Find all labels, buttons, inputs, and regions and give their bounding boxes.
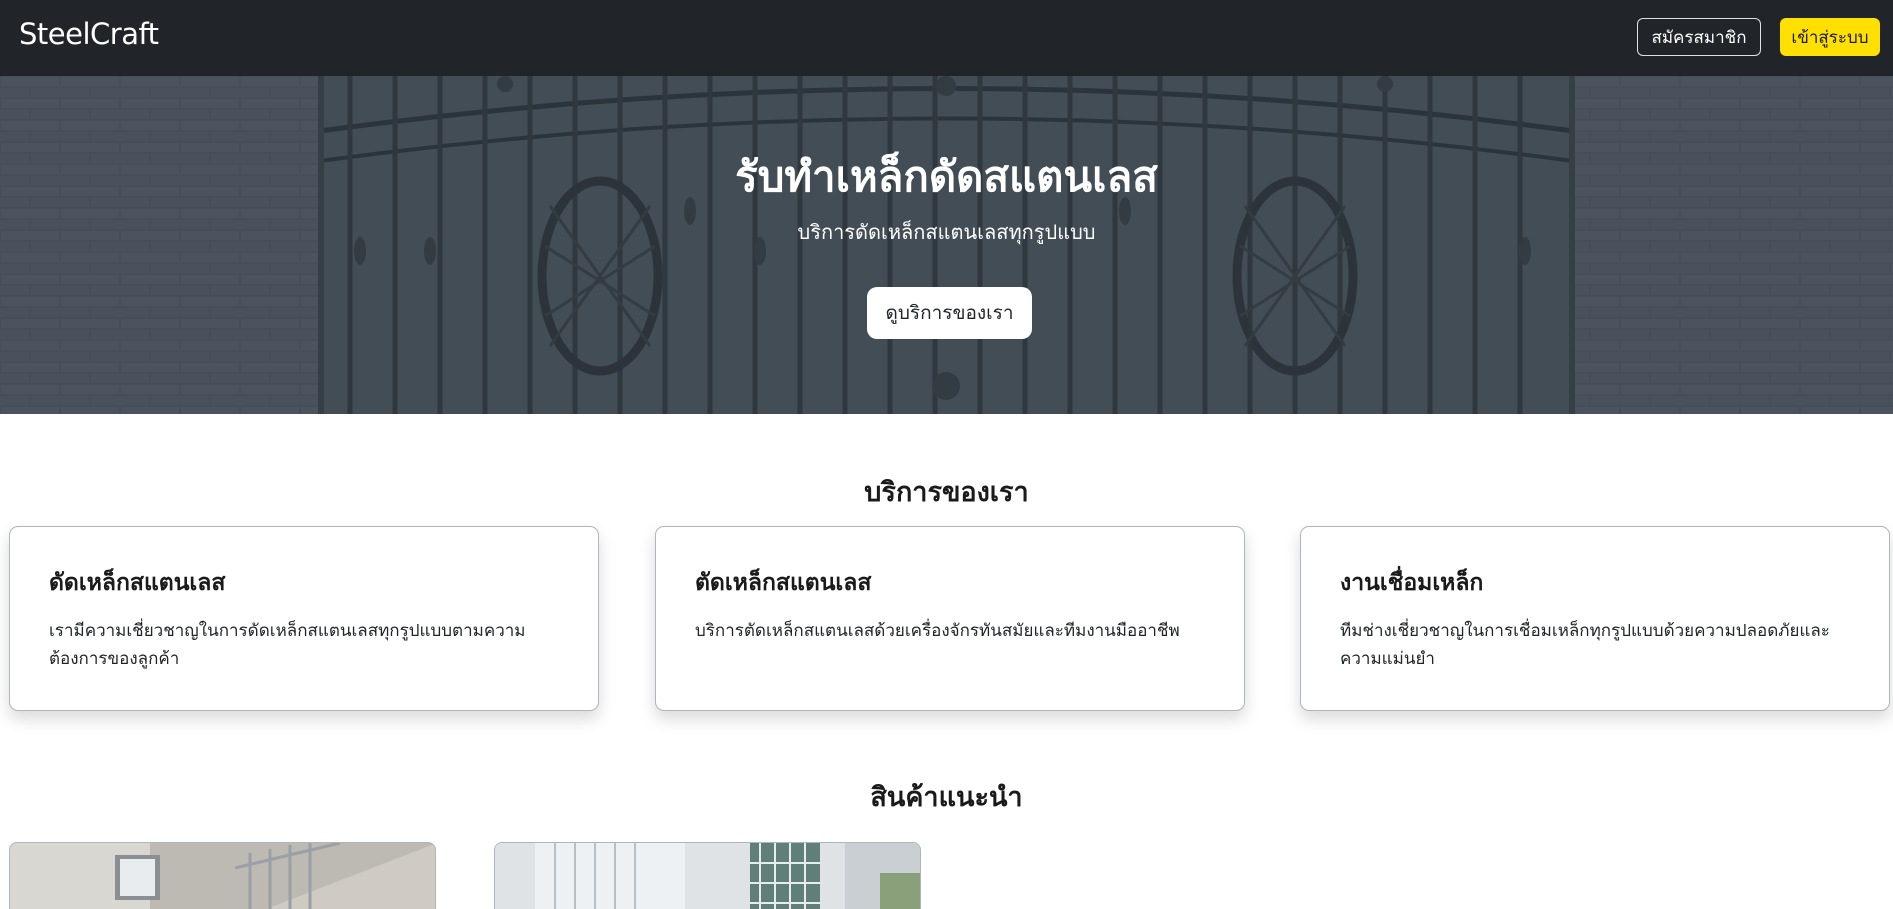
product-card[interactable] [494,842,921,909]
service-card-title: ตัดเหล็กสแตนเลส [695,570,872,596]
service-card: งานเชื่อมเหล็ก ทีมช่างเชี่ยวชาญในการเชื่… [1300,526,1890,711]
service-card-title: งานเชื่อมเหล็ก [1340,570,1484,596]
hero-subtitle: บริการดัดเหล็กสแตนเลสทุกรูปแบบ [797,220,1096,244]
product-image-window-grille [495,843,920,909]
service-card-text: ทีมช่างเชี่ยวชาญในการเชื่อมเหล็กทุกรูปแบ… [1340,621,1830,669]
brand-logo[interactable]: SteelCraft [19,17,159,51]
product-image-staircase [10,843,435,909]
navbar: SteelCraft สมัครสมาชิก เข้าสู่ระบบ [0,0,1893,76]
hero-title: รับทำเหล็กดัดสแตนเลส [735,152,1158,201]
hero-banner: รับทำเหล็กดัดสแตนเลส บริการดัดเหล็กสแตนเ… [0,76,1893,414]
products-section-title: สินค้าแนะนำ [870,782,1023,813]
view-services-button[interactable]: ดูบริการของเรา [867,287,1032,339]
register-button[interactable]: สมัครสมาชิก [1637,18,1761,56]
product-card[interactable] [9,842,436,909]
service-card-text: บริการตัดเหล็กสแตนเลสด้วยเครื่องจักรทันส… [695,621,1180,641]
services-section-title: บริการของเรา [864,477,1029,508]
service-card: ตัดเหล็กสแตนเลส บริการตัดเหล็กสแตนเลสด้ว… [655,526,1245,711]
service-card: ดัดเหล็กสแตนเลส เรามีความเชี่ยวชาญในการด… [9,526,599,711]
login-button[interactable]: เข้าสู่ระบบ [1780,18,1880,56]
service-card-title: ดัดเหล็กสแตนเลส [49,570,226,596]
service-card-text: เรามีความเชี่ยวชาญในการดัดเหล็กสแตนเลสทุ… [49,621,526,669]
